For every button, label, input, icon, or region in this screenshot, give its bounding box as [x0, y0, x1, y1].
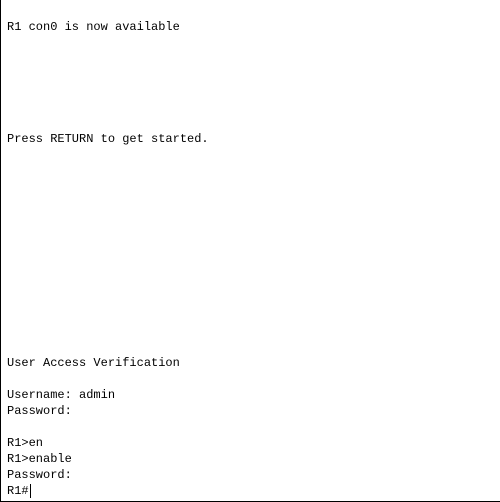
text-cursor: [29, 483, 31, 498]
command-enable-line: R1>enable: [7, 452, 72, 466]
password-line: Password:: [7, 404, 72, 418]
current-prompt-line[interactable]: R1#: [7, 483, 31, 499]
user-access-verification-line: User Access Verification: [7, 356, 180, 370]
privileged-prompt: R1#: [7, 484, 29, 498]
press-return-line: Press RETURN to get started.: [7, 132, 209, 146]
command-en-line: R1>en: [7, 436, 44, 450]
console-available-line: R1 con0 is now available: [7, 20, 180, 34]
terminal-console[interactable]: R1 con0 is now available Press RETURN to…: [0, 0, 500, 502]
password-prompt-line: Password:: [7, 468, 72, 482]
username-line: Username: admin: [7, 388, 116, 402]
